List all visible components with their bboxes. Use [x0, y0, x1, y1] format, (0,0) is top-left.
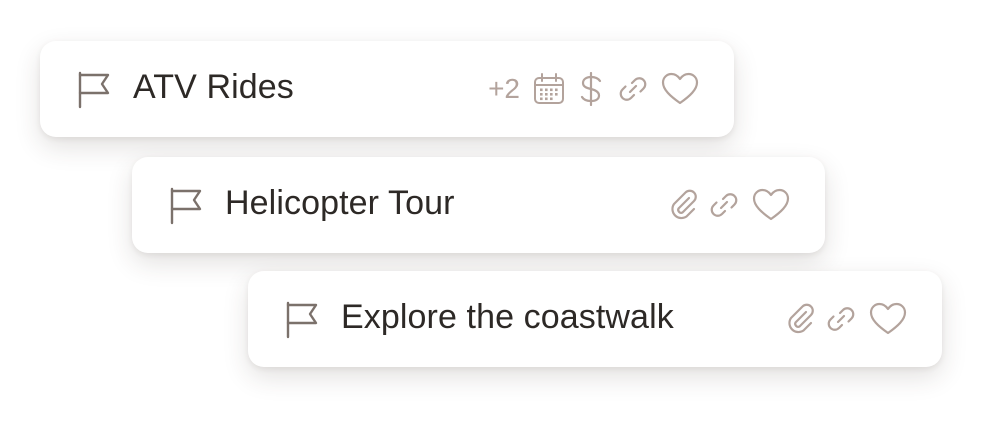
dollar-icon[interactable] — [576, 72, 606, 106]
flag-icon[interactable] — [169, 187, 203, 225]
extra-count-badge[interactable]: +2 — [488, 69, 520, 109]
heart-icon[interactable] — [868, 301, 908, 337]
card-actions: +2 — [488, 69, 700, 109]
activity-title: ATV Rides — [133, 68, 294, 106]
link-icon[interactable] — [824, 302, 858, 336]
activity-title: Explore the coastwalk — [341, 298, 674, 336]
activity-title: Helicopter Tour — [225, 184, 455, 222]
link-icon[interactable] — [616, 72, 650, 106]
activity-card[interactable]: Helicopter Tour — [132, 157, 825, 253]
flag-icon[interactable] — [77, 71, 111, 109]
activity-card[interactable]: Explore the coastwalk — [248, 271, 942, 367]
paperclip-icon[interactable] — [667, 188, 701, 222]
card-actions — [667, 185, 791, 225]
activity-card[interactable]: ATV Rides +2 — [40, 41, 734, 137]
heart-icon[interactable] — [660, 71, 700, 107]
link-icon[interactable] — [707, 188, 741, 222]
paperclip-icon[interactable] — [784, 302, 818, 336]
heart-icon[interactable] — [751, 187, 791, 223]
card-actions — [784, 299, 908, 339]
flag-icon[interactable] — [285, 301, 319, 339]
calendar-icon[interactable] — [532, 72, 566, 106]
